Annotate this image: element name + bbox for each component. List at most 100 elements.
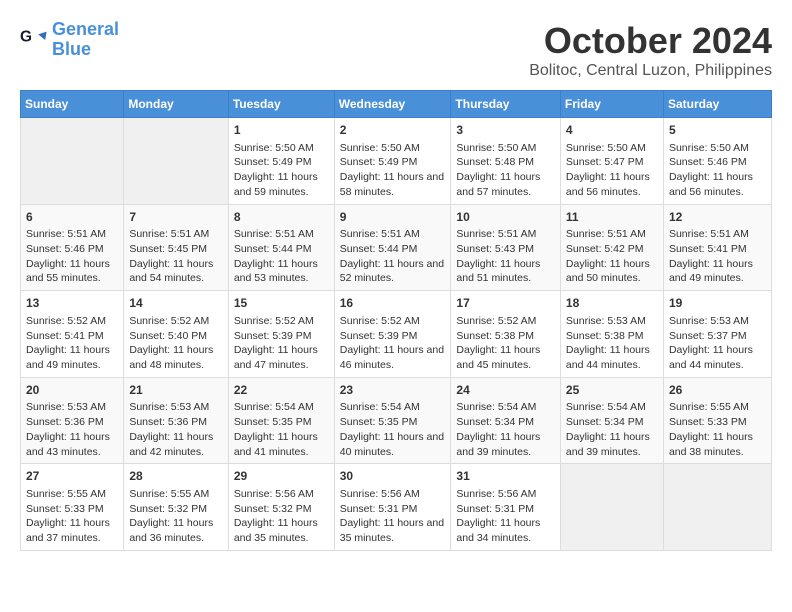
calendar-cell: 2 Sunrise: 5:50 AM Sunset: 5:49 PM Daylight… <box>334 118 451 205</box>
calendar-cell: 25Sunrise: 5:54 AMSunset: 5:34 PMDayligh… <box>560 377 663 464</box>
sunset-text: Sunset: 5:42 PM <box>566 243 644 255</box>
sunrise-text: Sunrise: 5:55 AM <box>669 401 749 413</box>
daylight-text: Daylight: 11 hours and 55 minutes. <box>26 258 110 285</box>
sunrise-text: Sunrise: 5:56 AM <box>340 488 420 500</box>
sunrise-text: Sunrise: 5:51 AM <box>26 228 106 240</box>
day-number: 6 <box>26 209 118 226</box>
daylight-text: Daylight: 11 hours and 40 minutes. <box>340 431 444 458</box>
calendar-cell: 7Sunrise: 5:51 AMSunset: 5:45 PMDaylight… <box>124 204 229 291</box>
daylight-text: Daylight: 11 hours and 34 minutes. <box>456 517 540 544</box>
day-number: 13 <box>26 295 118 312</box>
sunset-text: Sunset: 5:33 PM <box>26 503 104 515</box>
sunset-text: Sunset: 5:35 PM <box>340 416 418 428</box>
calendar-cell: 13Sunrise: 5:52 AMSunset: 5:41 PMDayligh… <box>21 291 124 378</box>
calendar-cell <box>124 118 229 205</box>
location-subtitle: Bolitoc, Central Luzon, Philippines <box>529 62 772 80</box>
sunrise-text: Sunrise: 5:52 AM <box>129 315 209 327</box>
calendar-week-row: 13 Sunrise: 5:52 AM Sunset: 5:41 PM Dayligh… <box>21 291 772 378</box>
sunset-text: Sunset: 5:40 PM <box>129 330 207 342</box>
sunset-text: Sunset: 5:44 PM <box>234 243 312 255</box>
calendar-cell: 27Sunrise: 5:55 AMSunset: 5:33 PMDayligh… <box>21 464 124 551</box>
daylight-text: Daylight: 11 hours and 44 minutes. <box>566 344 650 371</box>
calendar-cell: 10Sunrise: 5:51 AMSunset: 5:43 PMDayligh… <box>451 204 560 291</box>
calendar-cell <box>560 464 663 551</box>
day-number: 22 <box>234 382 329 399</box>
calendar-cell: 1Sunrise: 5:50 AMSunset: 5:49 PMDaylight… <box>228 118 334 205</box>
sunset-text: Sunset: 5:46 PM <box>26 243 104 255</box>
calendar-table: SundayMondayTuesdayWednesdayThursdayFrid… <box>20 90 772 551</box>
daylight-text: Daylight: 11 hours and 54 minutes. <box>129 258 213 285</box>
calendar-cell: 30 Sunrise: 5:56 AM Sunset: 5:31 PM Dayligh… <box>334 464 451 551</box>
daylight-text: Daylight: 11 hours and 50 minutes. <box>566 258 650 285</box>
daylight-text: Daylight: 11 hours and 58 minutes. <box>340 171 444 198</box>
sunset-text: Sunset: 5:43 PM <box>456 243 534 255</box>
daylight-text: Daylight: 11 hours and 43 minutes. <box>26 431 110 458</box>
sunset-text: Sunset: 5:33 PM <box>669 416 747 428</box>
calendar-cell: 23Sunrise: 5:54 AMSunset: 5:35 PMDayligh… <box>334 377 451 464</box>
daylight-text: Daylight: 11 hours and 35 minutes. <box>340 517 444 544</box>
calendar-cell: 3Sunrise: 5:50 AMSunset: 5:48 PMDaylight… <box>451 118 560 205</box>
day-number: 3 <box>456 122 554 139</box>
sunrise-text: Sunrise: 5:56 AM <box>456 488 536 500</box>
sunrise-text: Sunrise: 5:50 AM <box>669 142 749 154</box>
day-number: 31 <box>456 468 554 485</box>
daylight-text: Daylight: 11 hours and 44 minutes. <box>669 344 753 371</box>
calendar-cell <box>663 464 771 551</box>
calendar-cell: 18Sunrise: 5:53 AMSunset: 5:38 PMDayligh… <box>560 291 663 378</box>
sunset-text: Sunset: 5:41 PM <box>26 330 104 342</box>
sunrise-text: Sunrise: 5:52 AM <box>26 315 106 327</box>
sunrise-text: Sunrise: 5:51 AM <box>129 228 209 240</box>
sunrise-text: Sunrise: 5:51 AM <box>234 228 314 240</box>
svg-text:G: G <box>20 28 32 45</box>
sunrise-text: Sunrise: 5:54 AM <box>234 401 314 413</box>
calendar-cell: 16Sunrise: 5:52 AMSunset: 5:39 PMDayligh… <box>334 291 451 378</box>
calendar-cell: 20Sunrise: 5:53 AMSunset: 5:36 PMDayligh… <box>21 377 124 464</box>
day-number: 17 <box>456 295 554 312</box>
day-number: 21 <box>129 382 223 399</box>
day-of-week-header: Wednesday <box>334 91 451 118</box>
sunrise-text: Sunrise: 5:50 AM <box>566 142 646 154</box>
sunrise-text: Sunrise: 5:52 AM <box>340 315 420 327</box>
sunrise-text: Sunrise: 5:50 AM <box>340 142 420 154</box>
daylight-text: Daylight: 11 hours and 56 minutes. <box>566 171 650 198</box>
calendar-cell <box>21 118 124 205</box>
sunset-text: Sunset: 5:49 PM <box>234 156 312 168</box>
sunset-text: Sunset: 5:36 PM <box>129 416 207 428</box>
day-number: 7 <box>129 209 223 226</box>
sunset-text: Sunset: 5:48 PM <box>456 156 534 168</box>
daylight-text: Daylight: 11 hours and 49 minutes. <box>669 258 753 285</box>
daylight-text: Daylight: 11 hours and 51 minutes. <box>456 258 540 285</box>
day-number: 14 <box>129 295 223 312</box>
daylight-text: Daylight: 11 hours and 57 minutes. <box>456 171 540 198</box>
calendar-week-row: 20Sunrise: 5:53 AMSunset: 5:36 PMDayligh… <box>21 377 772 464</box>
calendar-cell: 9Sunrise: 5:51 AMSunset: 5:44 PMDaylight… <box>334 204 451 291</box>
day-number: 25 <box>566 382 658 399</box>
day-number: 2 <box>340 122 446 139</box>
day-number: 18 <box>566 295 658 312</box>
daylight-text: Daylight: 11 hours and 46 minutes. <box>340 344 444 371</box>
day-number: 1 <box>234 122 329 139</box>
calendar-cell: 26Sunrise: 5:55 AMSunset: 5:33 PMDayligh… <box>663 377 771 464</box>
day-number: 12 <box>669 209 766 226</box>
sunset-text: Sunset: 5:41 PM <box>669 243 747 255</box>
sunrise-text: Sunrise: 5:53 AM <box>669 315 749 327</box>
daylight-text: Daylight: 11 hours and 42 minutes. <box>129 431 213 458</box>
sunset-text: Sunset: 5:31 PM <box>340 503 418 515</box>
day-number: 19 <box>669 295 766 312</box>
day-of-week-header: Saturday <box>663 91 771 118</box>
sunset-text: Sunset: 5:32 PM <box>129 503 207 515</box>
sunset-text: Sunset: 5:39 PM <box>340 330 418 342</box>
sunrise-text: Sunrise: 5:54 AM <box>566 401 646 413</box>
day-number: 30 <box>340 468 446 485</box>
sunset-text: Sunset: 5:34 PM <box>456 416 534 428</box>
day-number: 10 <box>456 209 554 226</box>
calendar-cell: 24Sunrise: 5:54 AMSunset: 5:34 PMDayligh… <box>451 377 560 464</box>
sunrise-text: Sunrise: 5:55 AM <box>26 488 106 500</box>
logo: G General Blue <box>20 20 119 60</box>
daylight-text: Daylight: 11 hours and 47 minutes. <box>234 344 318 371</box>
day-number: 26 <box>669 382 766 399</box>
logo-icon: G <box>20 26 48 54</box>
sunset-text: Sunset: 5:49 PM <box>340 156 418 168</box>
title-section: October 2024 Bolitoc, Central Luzon, Phi… <box>529 20 772 80</box>
daylight-text: Daylight: 11 hours and 48 minutes. <box>129 344 213 371</box>
